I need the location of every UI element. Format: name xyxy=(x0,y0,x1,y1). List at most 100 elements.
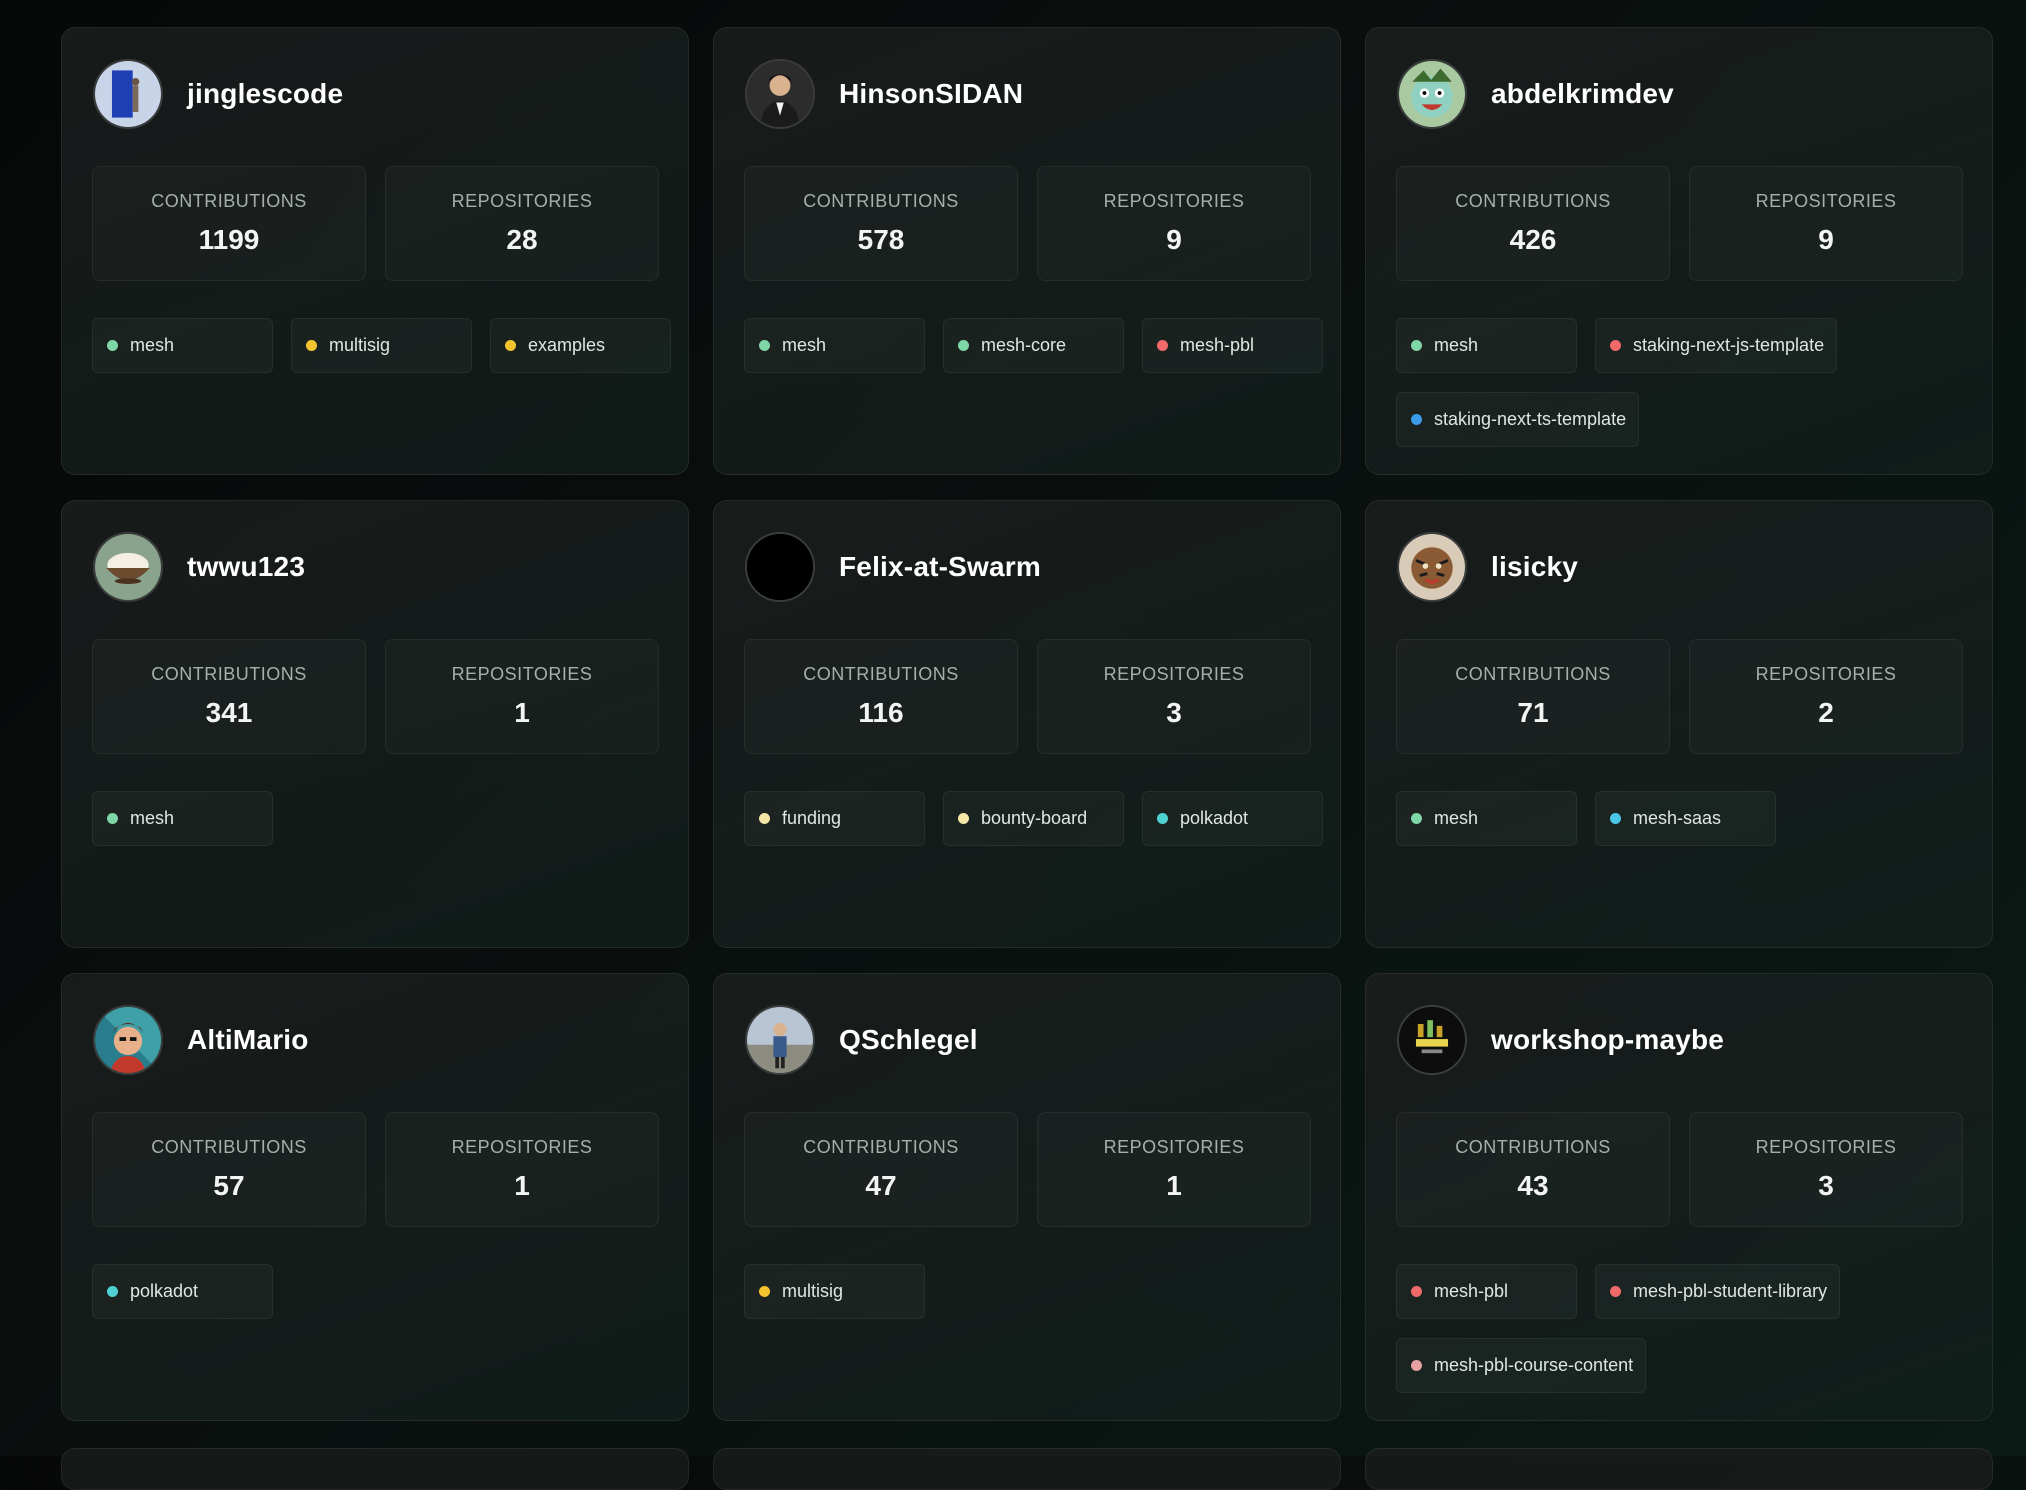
contributor-card-partial[interactable] xyxy=(713,1448,1341,1490)
contributor-card-qschlegel[interactable]: QSchlegel CONTRIBUTIONS 47 REPOSITORIES … xyxy=(713,973,1341,1421)
stats-row: CONTRIBUTIONS 578 REPOSITORIES 9 xyxy=(744,166,1311,281)
username[interactable]: jinglescode xyxy=(187,78,343,110)
repo-color-dot-icon xyxy=(1157,340,1168,351)
repositories-value: 9 xyxy=(1166,224,1182,255)
repo-color-dot-icon xyxy=(1157,813,1168,824)
avatar[interactable] xyxy=(1397,1005,1467,1075)
repo-tag[interactable]: mesh xyxy=(92,318,273,373)
repositories-value: 1 xyxy=(1166,1170,1182,1201)
repo-tag[interactable]: staking-next-ts-template xyxy=(1396,392,1640,447)
contributor-card-lisicky[interactable]: lisicky CONTRIBUTIONS 71 REPOSITORIES 2 … xyxy=(1365,500,1993,948)
repo-color-dot-icon xyxy=(1610,813,1621,824)
username[interactable]: Felix-at-Swarm xyxy=(839,551,1041,583)
repo-name: mesh xyxy=(1434,808,1479,828)
avatar[interactable] xyxy=(93,59,163,129)
stats-row: CONTRIBUTIONS 116 REPOSITORIES 3 xyxy=(744,639,1311,754)
contributor-card-partial[interactable] xyxy=(1365,1448,1993,1490)
repositories-label: REPOSITORIES xyxy=(451,1137,593,1157)
avatar[interactable] xyxy=(745,532,815,602)
repo-tag[interactable]: bounty-board xyxy=(943,791,1124,846)
contributions-stat: CONTRIBUTIONS 341 xyxy=(92,639,366,754)
username[interactable]: abdelkrimdev xyxy=(1491,78,1674,110)
repositories-value: 28 xyxy=(506,224,538,255)
repo-color-dot-icon xyxy=(107,813,118,824)
repositories-stat: REPOSITORIES 1 xyxy=(1037,1112,1311,1227)
username[interactable]: QSchlegel xyxy=(839,1024,978,1056)
card-header: workshop-maybe xyxy=(1397,1005,1724,1075)
card-header: HinsonSIDAN xyxy=(745,59,1023,129)
contributions-stat: CONTRIBUTIONS 71 xyxy=(1396,639,1670,754)
username[interactable]: workshop-maybe xyxy=(1491,1024,1724,1056)
avatar[interactable] xyxy=(1397,532,1467,602)
repo-name: multisig xyxy=(782,1281,844,1301)
repo-tag[interactable]: mesh xyxy=(744,318,925,373)
repositories-label: REPOSITORIES xyxy=(1103,191,1245,211)
repo-tag[interactable]: mesh-pbl xyxy=(1142,318,1323,373)
repo-tag[interactable]: staking-next-js-template xyxy=(1595,318,1838,373)
repo-color-dot-icon xyxy=(306,340,317,351)
repositories-value: 1 xyxy=(514,697,530,728)
username[interactable]: lisicky xyxy=(1491,551,1578,583)
contributor-card-altimario[interactable]: AltiMario CONTRIBUTIONS 57 REPOSITORIES … xyxy=(61,973,689,1421)
repo-tag[interactable]: mesh xyxy=(92,791,273,846)
repo-tag[interactable]: mesh-pbl-student-library xyxy=(1595,1264,1841,1319)
repositories-label: REPOSITORIES xyxy=(1755,191,1897,211)
contributor-card-jinglescode[interactable]: jinglescode CONTRIBUTIONS 1199 REPOSITOR… xyxy=(61,27,689,475)
repo-tag[interactable]: mesh-core xyxy=(943,318,1124,373)
repo-tags: funding bounty-board polkadot xyxy=(744,791,1324,846)
repositories-label: REPOSITORIES xyxy=(1755,1137,1897,1157)
repositories-value: 3 xyxy=(1166,697,1182,728)
repo-name: polkadot xyxy=(130,1281,199,1301)
contributions-label: CONTRIBUTIONS xyxy=(1455,191,1611,211)
contributor-card-hinsonsidan[interactable]: HinsonSIDAN CONTRIBUTIONS 578 REPOSITORI… xyxy=(713,27,1341,475)
repo-tag[interactable]: funding xyxy=(744,791,925,846)
repositories-value: 3 xyxy=(1818,1170,1834,1201)
repo-tags: multisig xyxy=(744,1264,1324,1319)
stats-row: CONTRIBUTIONS 1199 REPOSITORIES 28 xyxy=(92,166,659,281)
contributions-stat: CONTRIBUTIONS 578 xyxy=(744,166,1018,281)
repo-tag[interactable]: mesh-saas xyxy=(1595,791,1776,846)
repo-tag[interactable]: mesh xyxy=(1396,791,1577,846)
repo-tag[interactable]: mesh-pbl xyxy=(1396,1264,1577,1319)
repo-tag[interactable]: multisig xyxy=(744,1264,925,1319)
repo-tag[interactable]: polkadot xyxy=(1142,791,1323,846)
contributor-card-partial[interactable] xyxy=(61,1448,689,1490)
username[interactable]: AltiMario xyxy=(187,1024,309,1056)
avatar[interactable] xyxy=(93,1005,163,1075)
repo-name: mesh xyxy=(130,335,175,355)
repositories-label: REPOSITORIES xyxy=(451,664,593,684)
contributor-card-felix-at-swarm[interactable]: Felix-at-Swarm CONTRIBUTIONS 116 REPOSIT… xyxy=(713,500,1341,948)
repo-color-dot-icon xyxy=(107,1286,118,1297)
contributions-value: 426 xyxy=(1509,224,1557,255)
contributor-card-workshop-maybe[interactable]: workshop-maybe CONTRIBUTIONS 43 REPOSITO… xyxy=(1365,973,1993,1421)
repo-name: staking-next-ts-template xyxy=(1434,409,1627,429)
repo-color-dot-icon xyxy=(759,340,770,351)
repo-tags: mesh multisig examples xyxy=(92,318,672,373)
contributor-card-twwu123[interactable]: twwu123 CONTRIBUTIONS 341 REPOSITORIES 1… xyxy=(61,500,689,948)
repositories-stat: REPOSITORIES 1 xyxy=(385,639,659,754)
repo-tag[interactable]: mesh xyxy=(1396,318,1577,373)
contributions-stat: CONTRIBUTIONS 426 xyxy=(1396,166,1670,281)
avatar[interactable] xyxy=(745,59,815,129)
avatar[interactable] xyxy=(1397,59,1467,129)
contributions-label: CONTRIBUTIONS xyxy=(1455,664,1611,684)
repo-tag[interactable]: examples xyxy=(490,318,671,373)
card-header: AltiMario xyxy=(93,1005,309,1075)
username[interactable]: twwu123 xyxy=(187,551,305,583)
avatar[interactable] xyxy=(93,532,163,602)
contributions-value: 1199 xyxy=(198,224,260,255)
repo-tags: mesh mesh-core mesh-pbl xyxy=(744,318,1324,373)
avatar[interactable] xyxy=(745,1005,815,1075)
repo-tag[interactable]: polkadot xyxy=(92,1264,273,1319)
repo-color-dot-icon xyxy=(1411,813,1422,824)
contributor-card-abdelkrimdev[interactable]: abdelkrimdev CONTRIBUTIONS 426 REPOSITOR… xyxy=(1365,27,1993,475)
contributions-stat: CONTRIBUTIONS 116 xyxy=(744,639,1018,754)
contributions-label: CONTRIBUTIONS xyxy=(803,1137,959,1157)
repo-name: mesh-core xyxy=(981,335,1067,355)
repositories-value: 2 xyxy=(1818,697,1834,728)
username[interactable]: HinsonSIDAN xyxy=(839,78,1023,110)
repo-tag[interactable]: multisig xyxy=(291,318,472,373)
repo-color-dot-icon xyxy=(759,1286,770,1297)
card-header: twwu123 xyxy=(93,532,305,602)
repo-tag[interactable]: mesh-pbl-course-content xyxy=(1396,1338,1647,1393)
